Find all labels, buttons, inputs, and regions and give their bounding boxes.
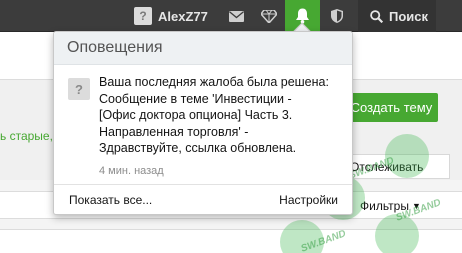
alerts-popup-footer: Показать все... Настройки	[54, 184, 352, 215]
search-button[interactable]: Поиск	[358, 0, 436, 32]
settings-link[interactable]: Настройки	[279, 193, 338, 207]
alert-time: 4 мин. назад	[99, 165, 164, 177]
bell-icon	[296, 8, 309, 24]
diamond-icon	[261, 9, 277, 23]
avatar: ?	[134, 7, 152, 25]
alert-text-line: Здравствуйте, ссылка обновлена.	[99, 141, 297, 155]
alert-text-line: Сообщение в теме 'Инвестиции -	[99, 91, 292, 106]
alerts-popup-title: Оповещения	[67, 39, 163, 56]
alert-text[interactable]: Ваша последняя жалоба была решена: Сообщ…	[99, 74, 344, 157]
search-label: Поиск	[389, 8, 429, 24]
moderation-button[interactable]	[320, 0, 354, 32]
user-account-link[interactable]: ? AlexZ77	[127, 0, 219, 32]
envelope-icon	[228, 10, 244, 22]
page-side-text: ь старые,	[0, 129, 53, 143]
username-label: AlexZ77	[158, 8, 208, 24]
alert-text-line: Ваша последняя жалоба была решена:	[99, 75, 329, 89]
show-all-link[interactable]: Показать все...	[69, 193, 152, 207]
alerts-popup-header: Оповещения	[54, 32, 352, 65]
avatar: ?	[68, 78, 90, 100]
alert-item[interactable]: ? Ваша последняя жалоба была решена: Соо…	[54, 65, 352, 180]
conversations-button[interactable]	[219, 0, 253, 32]
alerts-popup: Оповещения ? Ваша последняя жалоба была …	[53, 31, 353, 215]
create-thread-button[interactable]: Создать тему	[345, 93, 438, 122]
shield-icon	[331, 9, 343, 23]
alert-text-line: [Офис доктора опциона] Часть 3.	[99, 108, 293, 122]
alert-text-line: Направленная торговля' -	[99, 124, 249, 139]
premium-button[interactable]	[252, 0, 286, 32]
top-navigation-bar: ? AlexZ77 Поиск	[0, 0, 462, 32]
search-icon	[370, 9, 383, 23]
